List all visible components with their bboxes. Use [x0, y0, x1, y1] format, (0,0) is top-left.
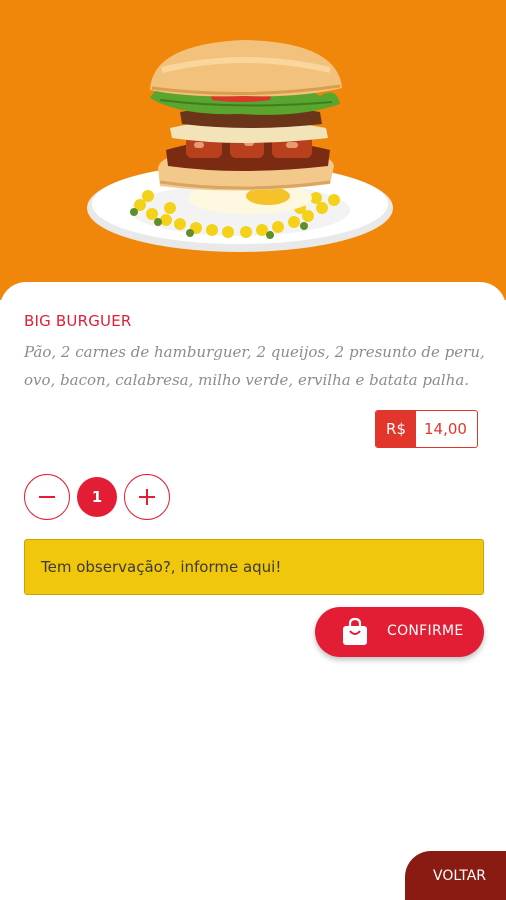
plus-icon [139, 489, 155, 505]
quantity-value: 1 [77, 477, 117, 517]
minus-icon [39, 496, 55, 498]
product-hero [0, 0, 506, 300]
shopping-bag-icon [343, 617, 367, 645]
price-value: 14,00 [424, 420, 467, 438]
confirm-button[interactable]: CONFIRME [315, 607, 484, 657]
back-button[interactable]: VOLTAR [405, 851, 506, 900]
product-title: BIG BURGUER [24, 312, 132, 330]
decrease-quantity-button[interactable] [24, 474, 70, 520]
product-description: Pão, 2 carnes de hamburguer, 2 queijos, … [24, 343, 485, 389]
price-tag: R$ 14,00 [375, 410, 478, 448]
observation-placeholder: Tem observação?, informe aqui! [41, 558, 282, 576]
burger-photo [87, 40, 393, 252]
price-currency: R$ [376, 411, 416, 447]
confirm-label: CONFIRME [387, 623, 464, 639]
increase-quantity-button[interactable] [124, 474, 170, 520]
observation-field[interactable]: Tem observação?, informe aqui! [24, 539, 484, 595]
